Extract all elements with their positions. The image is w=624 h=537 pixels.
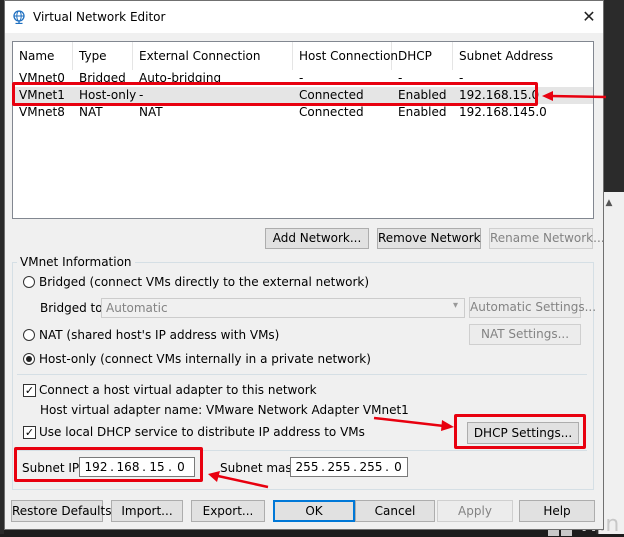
network-table: Name Type External Connection Host Conne… (12, 41, 594, 219)
nat-radio[interactable] (23, 329, 35, 341)
column-header-subnet-address[interactable]: Subnet Address (453, 42, 553, 70)
divider (17, 374, 587, 375)
bridged-to-select[interactable]: Automatic ▾ (101, 298, 465, 318)
cell-dhcp: Enabled (398, 105, 447, 119)
host-only-label[interactable]: Host-only (connect VMs internally in a p… (39, 352, 371, 366)
dhcp-checkbox[interactable]: ✓ (23, 426, 36, 439)
column-header-external-connection[interactable]: External Connection (133, 42, 293, 70)
ip-dot: . (321, 460, 325, 474)
subnet-mask-octet: 255 (327, 460, 351, 474)
export-button[interactable]: Export... (191, 500, 265, 522)
ok-button[interactable]: OK (273, 500, 355, 522)
nat-settings-button[interactable]: NAT Settings... (469, 324, 581, 345)
chevron-down-icon: ▾ (452, 300, 458, 311)
subnet-mask-octet: 255 (359, 460, 383, 474)
column-header-type[interactable]: Type (73, 42, 133, 70)
bridged-to-label: Bridged to: (40, 301, 107, 315)
help-button[interactable]: Help (519, 500, 595, 522)
bridged-to-value: Automatic (106, 301, 168, 315)
cell-name: VMnet8 (19, 105, 65, 119)
group-title: VMnet Information (17, 255, 135, 269)
network-globe-icon (13, 10, 25, 24)
annotation-highlight-dhcp-settings (454, 414, 586, 449)
annotation-arrow-icon (208, 471, 269, 489)
apply-button[interactable]: Apply (437, 500, 513, 522)
cancel-button[interactable]: Cancel (355, 500, 435, 522)
column-header-dhcp[interactable]: DHCP (392, 42, 453, 70)
title-bar: Virtual Network Editor ✕ (5, 1, 603, 33)
annotation-arrow-icon (373, 416, 454, 431)
cell-subnet: 192.168.145.0 (459, 105, 547, 119)
import-button[interactable]: Import... (111, 500, 183, 522)
background-scroll-up-icon: ▲ (605, 198, 613, 208)
column-header-host-connection[interactable]: Host Connection (293, 42, 398, 70)
cell-host: Connected (299, 105, 364, 119)
column-header-name[interactable]: Name (13, 42, 73, 70)
bridged-radio[interactable] (23, 276, 35, 288)
remove-network-button[interactable]: Remove Network (377, 228, 481, 249)
cell-type: NAT (79, 105, 103, 119)
rename-network-button[interactable]: Rename Network... (489, 228, 605, 249)
cell-external: NAT (139, 105, 163, 119)
annotation-highlight-subnet-ip (14, 447, 203, 482)
nat-label[interactable]: NAT (shared host's IP address with VMs) (39, 328, 279, 342)
window-title: Virtual Network Editor (33, 10, 166, 24)
dhcp-label[interactable]: Use local DHCP service to distribute IP … (39, 425, 365, 439)
close-button[interactable]: ✕ (577, 5, 601, 29)
table-row[interactable]: VMnet8 NAT NAT Connected Enabled 192.168… (13, 104, 593, 121)
annotation-highlight-vmnet1-row (12, 82, 538, 106)
connect-adapter-label[interactable]: Connect a host virtual adapter to this n… (39, 383, 317, 397)
ip-dot: . (385, 460, 389, 474)
host-only-radio[interactable] (23, 353, 35, 365)
ip-dot: . (353, 460, 357, 474)
subnet-mask-octet: 255 (295, 460, 319, 474)
connect-adapter-checkbox[interactable]: ✓ (23, 384, 36, 397)
adapter-name-text: Host virtual adapter name: VMware Networ… (40, 403, 409, 417)
subnet-mask-field[interactable]: 255 . 255 . 255 . 0 (290, 457, 408, 477)
bridged-label[interactable]: Bridged (connect VMs directly to the ext… (39, 275, 369, 289)
automatic-settings-button[interactable]: Automatic Settings... (469, 297, 596, 318)
restore-defaults-button[interactable]: Restore Defaults (11, 500, 111, 522)
annotation-arrow-icon (542, 91, 607, 101)
add-network-button[interactable]: Add Network... (265, 228, 369, 249)
subnet-mask-octet: 0 (394, 460, 402, 474)
